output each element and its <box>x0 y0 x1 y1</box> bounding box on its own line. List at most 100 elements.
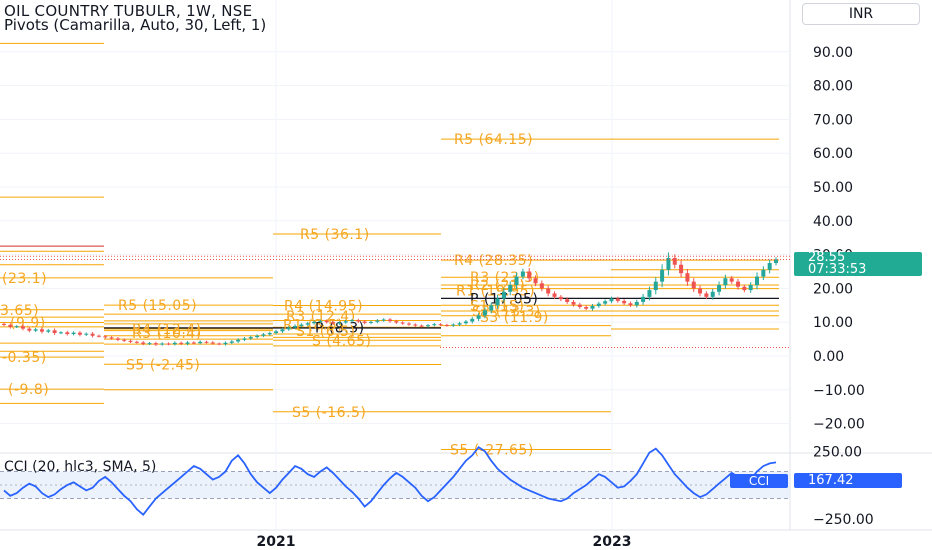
candle-body <box>14 326 19 328</box>
candle-body <box>679 264 684 274</box>
candle-body <box>501 291 506 299</box>
pivot-label: (23.1) <box>2 271 47 287</box>
candle-body <box>717 285 722 292</box>
candle-body <box>20 326 25 329</box>
candle-body <box>229 341 234 343</box>
candle-body <box>261 334 266 336</box>
indicator-legend[interactable]: Pivots (Camarilla, Auto, 30, Left, 1) <box>4 16 266 34</box>
candle-body <box>204 341 209 343</box>
candle-body <box>223 342 228 345</box>
candle-body <box>596 303 601 306</box>
y-tick-label: −10.00 <box>813 383 865 399</box>
candle-body <box>103 336 108 338</box>
candle-body <box>495 298 500 306</box>
candle-body <box>704 293 709 297</box>
time-axis[interactable]: 2021 2023 <box>257 534 632 550</box>
candle-body <box>546 288 551 294</box>
candle-body <box>248 337 253 339</box>
cci-value-badge: 167.42 <box>794 473 902 488</box>
candle-body <box>761 269 766 277</box>
candle-body <box>457 323 462 325</box>
candle-body <box>134 341 139 343</box>
candle-body <box>406 323 411 325</box>
pivot-label: S5 (-2.45) <box>126 357 200 373</box>
candle-body <box>641 296 646 302</box>
candle-body <box>52 330 57 334</box>
candle-body <box>413 324 418 326</box>
candle-body <box>400 322 405 324</box>
candle-body <box>172 342 177 345</box>
candle-body <box>514 276 519 286</box>
y-tick-label: 40.00 <box>813 214 853 230</box>
candle-body <box>2 323 6 325</box>
price-axis[interactable]: 90.0080.0070.0060.0050.0040.0030.0020.00… <box>813 45 874 528</box>
candle-body <box>191 342 196 344</box>
bar-countdown: 07:33:53 <box>808 262 867 277</box>
candle-body <box>438 324 443 326</box>
candle-body <box>508 285 513 292</box>
candle-body <box>90 333 95 336</box>
candle-body <box>122 339 127 341</box>
pivot-lines <box>0 42 779 450</box>
candle-body <box>622 300 627 304</box>
currency-selector[interactable]: INR <box>802 3 920 25</box>
candle-body <box>84 333 89 335</box>
candle-body <box>527 271 532 279</box>
candle-body <box>710 291 715 297</box>
candle-body <box>96 335 101 337</box>
candle-body <box>286 327 291 330</box>
pivot-label: S5 (-27.65) <box>450 442 534 458</box>
candle-body <box>451 324 456 326</box>
candle-body <box>476 315 481 319</box>
candle-body <box>394 321 399 323</box>
candle-body <box>274 331 279 334</box>
cci-label-tag: CCI <box>730 474 788 488</box>
candle-body <box>609 298 614 302</box>
candle-body <box>115 338 120 340</box>
candle-body <box>577 304 582 307</box>
candle-body <box>672 257 677 265</box>
candle-body <box>533 278 538 284</box>
candle-body <box>343 321 348 323</box>
candle-body <box>128 340 133 342</box>
cci-legend[interactable]: CCI (20, hlc3, SMA, 5) <box>4 459 156 475</box>
candle-body <box>337 322 342 324</box>
candle-body <box>280 329 285 332</box>
pivot-label: (-9.8) <box>8 382 49 398</box>
pivot-label: R5 (64.15) <box>454 132 533 148</box>
candle-body <box>147 343 152 345</box>
candle-body <box>210 342 215 344</box>
candle-body <box>470 318 475 322</box>
candle-body <box>109 337 114 339</box>
candle-body <box>33 329 38 331</box>
candle-body <box>179 342 184 344</box>
candle-body <box>293 325 298 328</box>
candle-body <box>198 341 203 344</box>
x-tick-label: 2021 <box>257 534 296 550</box>
pivot-label: S5 (-16.5) <box>292 405 366 421</box>
candle-body <box>419 325 424 327</box>
candle-body <box>742 286 747 291</box>
candle-body <box>552 293 557 297</box>
candle-body <box>558 296 563 300</box>
candle-body <box>388 319 392 322</box>
candle-body <box>584 306 589 309</box>
candle-body <box>463 321 468 324</box>
candle-body <box>299 324 304 326</box>
candle-body <box>160 343 165 345</box>
candle-body <box>331 322 336 324</box>
pivot-label: R3 (10.4) <box>132 326 202 342</box>
candle-body <box>698 288 703 294</box>
candle-body <box>305 323 310 325</box>
y-tick-label: 10.00 <box>813 315 853 331</box>
candle-body <box>267 333 272 335</box>
candle-body <box>425 325 430 327</box>
candle-body <box>77 332 82 335</box>
candle-body <box>324 320 329 323</box>
candle-body <box>369 321 374 323</box>
pivot-label: R5 (36.1) <box>300 227 370 243</box>
candle-body <box>375 320 380 322</box>
candle-body <box>217 343 222 345</box>
candle-body <box>520 271 525 277</box>
candle-body <box>185 342 190 344</box>
